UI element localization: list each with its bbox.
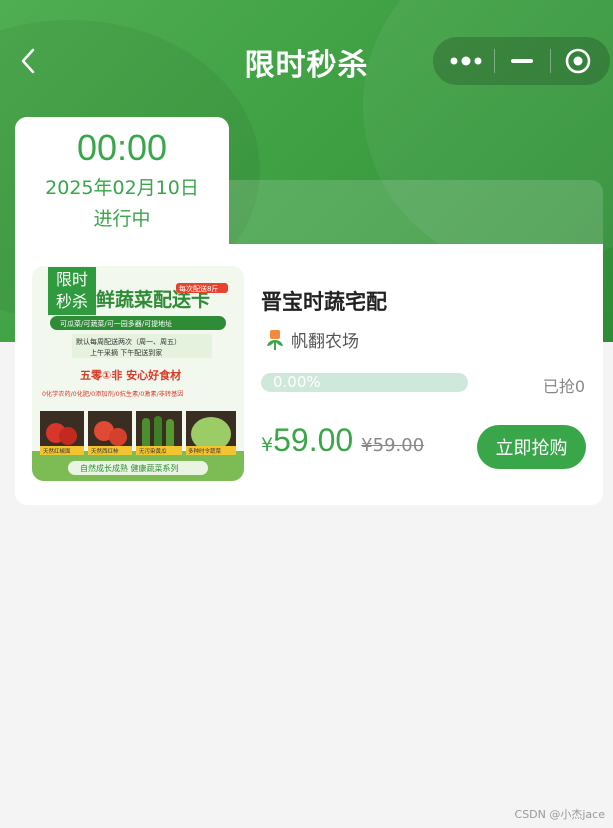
sale-price: 59.00: [273, 422, 354, 458]
watermark: CSDN @小杰jace: [514, 808, 605, 821]
poster-item-4: 多种时令蔬菜: [188, 447, 222, 455]
poster-footer: 自然成长成熟 健康蔬菜系列: [80, 463, 179, 473]
poster-desc-1: 默认每周配送两次（周一、周五）: [76, 337, 181, 346]
more-dots-icon: [450, 56, 482, 66]
minus-icon: [511, 59, 533, 63]
poster-item-1: 天然红椒面: [43, 447, 71, 455]
farm-row: 帆翻农场: [265, 327, 359, 352]
session-date: 2025年02月10日: [45, 177, 199, 199]
poster-item-2: 天然西红柿: [91, 447, 119, 455]
flash-sale-badge: 限时 秒杀: [48, 267, 96, 315]
badge-line-1: 限时: [55, 270, 88, 289]
mini-program-capsule: [433, 37, 610, 85]
original-price: ¥59.00: [361, 435, 425, 456]
countdown-timer: 00:00: [76, 127, 168, 168]
sale-progress-bar: 0.00%: [261, 373, 468, 392]
poster-slogan: 可瓜菜/可蔬菜/可一园多器/可提地址: [60, 319, 172, 328]
price-row: ¥ 59.00 ¥59.00: [261, 422, 424, 459]
target-circle-icon: [565, 48, 591, 74]
session-status: 进行中: [93, 208, 151, 230]
buy-now-button[interactable]: 立即抢购: [477, 425, 586, 469]
badge-line-2: 秒杀: [55, 292, 88, 311]
session-tab-strip: [229, 180, 603, 246]
poster-item-3: 无污染黄瓜: [139, 447, 167, 455]
sold-count: 已抢0: [542, 377, 585, 396]
progress-percent: 0.00%: [273, 373, 321, 391]
close-miniprogram-button[interactable]: [549, 37, 607, 85]
poster-feature-2: 0化学农药/0化肥/0添加剂/0抗生素/0激素/非转基因: [42, 390, 183, 398]
farm-icon: [267, 329, 283, 350]
poster-desc-2: 上午采摘 下午配送到家: [90, 348, 162, 357]
product-name: 晋宝时蔬宅配: [261, 290, 387, 314]
session-tab-active[interactable]: 00:00 2025年02月10日 进行中: [15, 117, 229, 257]
more-button[interactable]: [437, 37, 495, 85]
poster-feature: 五零①非 安心好食材: [80, 368, 181, 382]
poster-tag: 每次配送8斤: [179, 284, 218, 293]
currency-symbol: ¥: [261, 434, 274, 456]
minimize-button[interactable]: [493, 37, 551, 85]
farm-name: 帆翻农场: [291, 332, 359, 352]
